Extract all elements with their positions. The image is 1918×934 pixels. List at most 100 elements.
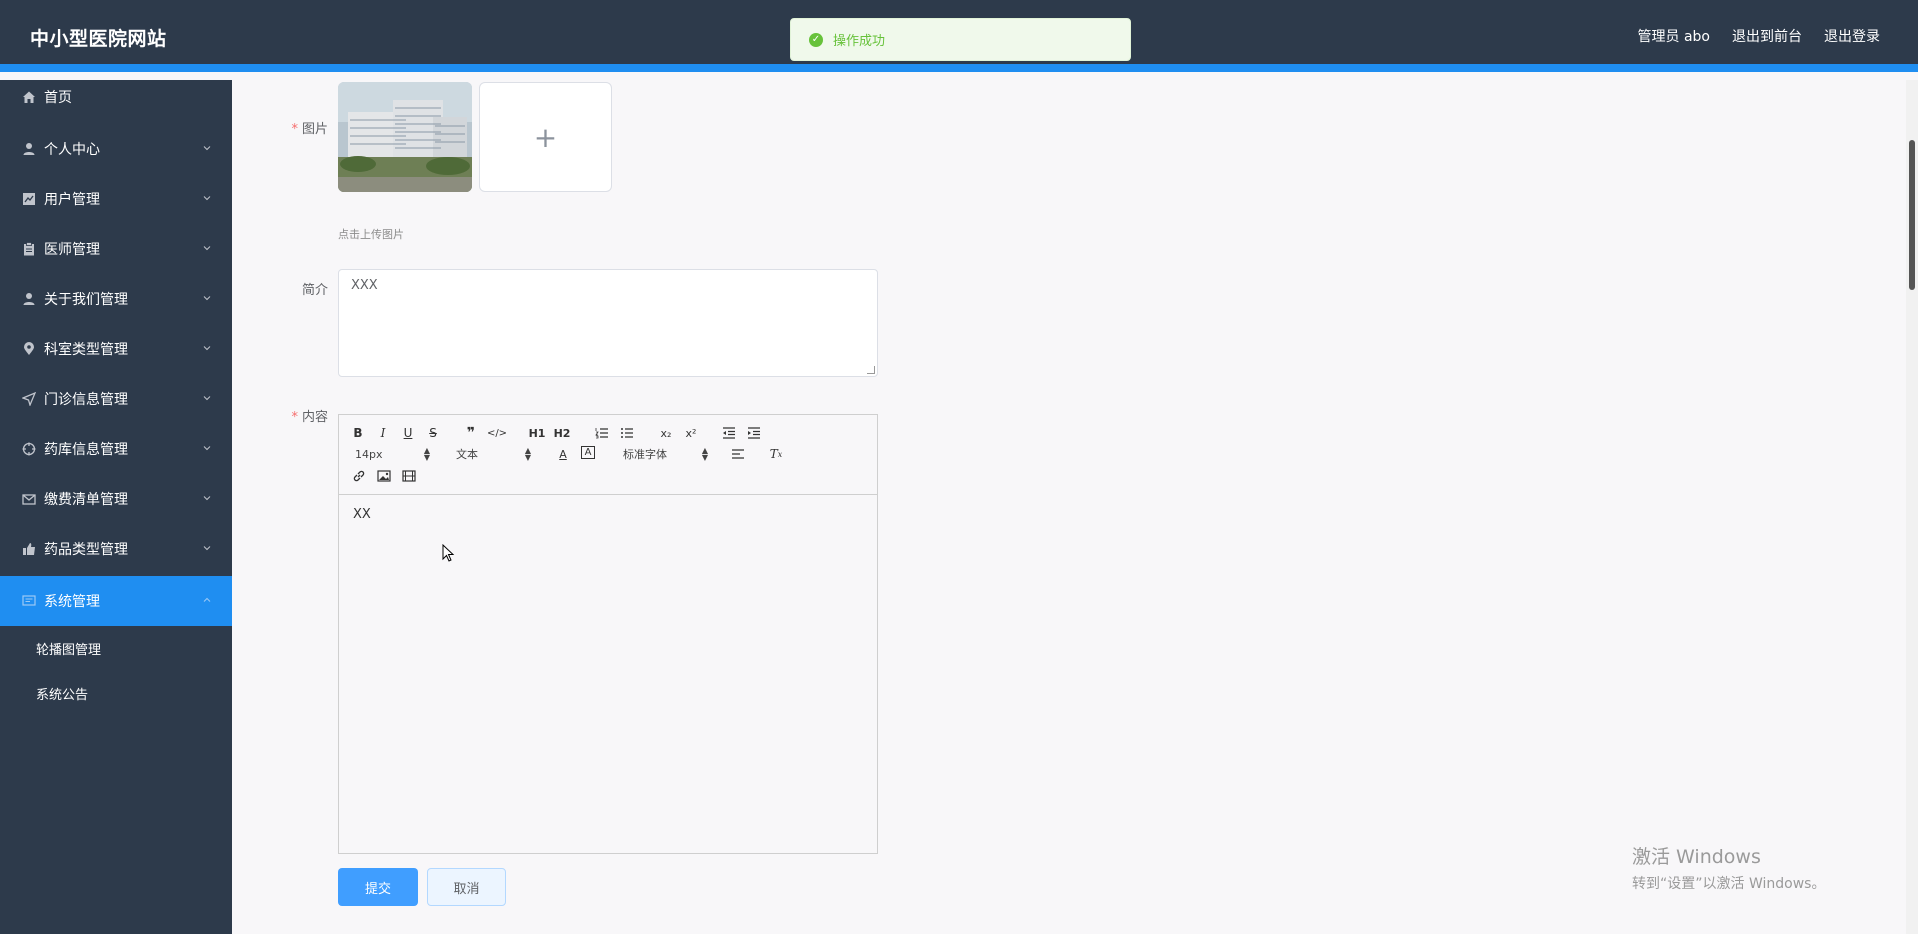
toast-message: 操作成功	[833, 34, 886, 49]
mouse-cursor-icon	[442, 544, 455, 562]
chevron-down-icon	[203, 496, 211, 501]
page-scrollbar[interactable]	[1906, 80, 1918, 934]
aim-icon	[22, 442, 36, 456]
uploaded-image-thumbnail[interactable]	[338, 82, 472, 192]
font-size-select[interactable]: 14px ▲ ▼	[355, 446, 430, 462]
success-toast: ✓ 操作成功	[790, 18, 1131, 61]
video-icon[interactable]	[401, 468, 417, 484]
sidebar-item-personal-center[interactable]: 个人中心	[0, 124, 232, 174]
sidebar-item-pharmacy-info[interactable]: 药库信息管理	[0, 424, 232, 474]
resize-handle-icon[interactable]	[867, 366, 875, 374]
chevron-down-icon	[203, 546, 211, 551]
bold-icon[interactable]: B	[351, 425, 365, 441]
user-icon	[22, 292, 36, 306]
home-icon	[22, 90, 36, 104]
select-arrows-icon: ▲ ▼	[701, 446, 708, 462]
blockquote-icon[interactable]: ❞	[464, 425, 478, 441]
watermark-title: 激活 Windows	[1632, 846, 1761, 868]
location-icon	[22, 342, 36, 356]
font-color-icon[interactable]: A	[556, 446, 570, 462]
required-mark: *	[291, 122, 298, 137]
sidebar-item-system-management[interactable]: 系统管理	[0, 576, 232, 626]
italic-icon[interactable]: I	[376, 425, 390, 441]
chevron-down-icon	[203, 246, 211, 251]
chevron-down-icon	[203, 396, 211, 401]
code-block-icon[interactable]: </>	[487, 425, 507, 441]
image-icon[interactable]	[376, 468, 392, 484]
image-upload-button[interactable]: +	[479, 82, 612, 192]
content-label-text: 内容	[301, 410, 328, 425]
ordered-list-icon[interactable]	[594, 425, 610, 441]
logout-link[interactable]: 退出登录	[1824, 26, 1880, 46]
align-left-icon[interactable]	[730, 446, 746, 462]
indent-icon[interactable]	[746, 425, 762, 441]
upload-hint: 点击上传图片	[338, 228, 404, 241]
intro-textarea[interactable]: XXX	[338, 269, 878, 377]
editor-toolbar: B I U S ❞ </> H1 H2 x₂ x² 14px ▲ ▼ 文本 ▲ ▼ …	[339, 415, 877, 495]
chevron-up-icon	[203, 597, 211, 602]
editor-content[interactable]: XX	[353, 507, 371, 522]
header-accent-bar	[0, 64, 1918, 72]
chevron-down-icon	[203, 296, 211, 301]
sidebar-item-label: 缴费清单管理	[44, 492, 128, 508]
sidebar-item-payment-list[interactable]: 缴费清单管理	[0, 474, 232, 524]
send-icon	[22, 392, 36, 406]
cancel-button[interactable]: 取消	[427, 868, 506, 906]
exit-to-front-link[interactable]: 退出到前台	[1732, 26, 1802, 46]
sidebar-item-doctor-management[interactable]: 医师管理	[0, 224, 232, 274]
rich-text-editor: B I U S ❞ </> H1 H2 x₂ x² 14px ▲ ▼ 文本 ▲ ▼ …	[338, 414, 878, 854]
underline-icon[interactable]: U	[401, 425, 415, 441]
sidebar-subitem-announcement[interactable]: 系统公告	[0, 671, 232, 715]
heading-2-icon[interactable]: H2	[553, 425, 571, 441]
intro-value: XXX	[351, 278, 378, 293]
superscript-icon[interactable]: x²	[682, 425, 700, 441]
scrollbar-thumb[interactable]	[1909, 140, 1915, 290]
bullet-list-icon[interactable]	[619, 425, 635, 441]
clear-format-icon[interactable]: Tx	[768, 446, 784, 462]
sidebar-item-label: 首页	[44, 90, 72, 106]
check-circle-icon: ✓	[809, 32, 823, 47]
background-color-icon[interactable]: A	[581, 446, 595, 459]
subscript-icon[interactable]: x₂	[657, 425, 675, 441]
chart-icon	[22, 192, 36, 206]
chevron-down-icon	[203, 146, 211, 151]
intro-field-label: 简介	[238, 279, 328, 298]
submit-button[interactable]: 提交	[338, 868, 418, 906]
sidebar-item-about-management[interactable]: 关于我们管理	[0, 274, 232, 324]
strikethrough-icon[interactable]: S	[426, 425, 440, 441]
sidebar-item-clinic-info[interactable]: 门诊信息管理	[0, 374, 232, 424]
font-family-select[interactable]: 标准字体 ▲ ▼	[623, 446, 708, 462]
plus-icon: +	[533, 120, 558, 154]
image-label-text: 图片	[301, 122, 328, 137]
sidebar-subitem-carousel[interactable]: 轮播图管理	[0, 626, 232, 670]
sidebar-item-department-type[interactable]: 科室类型管理	[0, 324, 232, 374]
content-value: XX	[353, 507, 371, 522]
header-format-select[interactable]: 文本 ▲ ▼	[456, 446, 531, 462]
sidebar-item-drug-type[interactable]: 药品类型管理	[0, 524, 232, 574]
sidebar-subitem-label: 系统公告	[36, 687, 89, 703]
admin-user-label[interactable]: 管理员 abo	[1638, 26, 1710, 46]
sidebar-item-user-management[interactable]: 用户管理	[0, 174, 232, 224]
select-arrows-icon: ▲ ▼	[524, 446, 531, 462]
clipboard-icon	[22, 242, 36, 256]
outdent-icon[interactable]	[721, 425, 737, 441]
thumb-icon	[22, 542, 36, 556]
font-size-value: 14px	[355, 447, 383, 461]
sidebar-item-label: 用户管理	[44, 192, 100, 208]
link-icon[interactable]	[351, 468, 367, 484]
user-icon	[22, 142, 36, 156]
heading-1-icon[interactable]: H1	[528, 425, 546, 441]
hospital-building-image	[338, 82, 472, 192]
sidebar-item-label: 药品类型管理	[44, 542, 128, 558]
sidebar-item-label: 个人中心	[44, 142, 100, 158]
site-title: 中小型医院网站	[30, 28, 167, 50]
sidebar: 首页 个人中心 用户管理 医师管理 关于我们管理 科室类型管理 门诊信息管理 药…	[0, 80, 232, 934]
sidebar-item-label: 门诊信息管理	[44, 392, 128, 408]
sidebar-item-label: 系统管理	[44, 594, 100, 610]
watermark-subtitle: 转到“设置”以激活 Windows。	[1632, 876, 1826, 892]
mail-icon	[22, 492, 36, 506]
chevron-down-icon	[203, 196, 211, 201]
required-mark: *	[291, 410, 298, 425]
sidebar-item-label: 药库信息管理	[44, 442, 128, 458]
sidebar-item-home[interactable]: 首页	[0, 80, 232, 114]
